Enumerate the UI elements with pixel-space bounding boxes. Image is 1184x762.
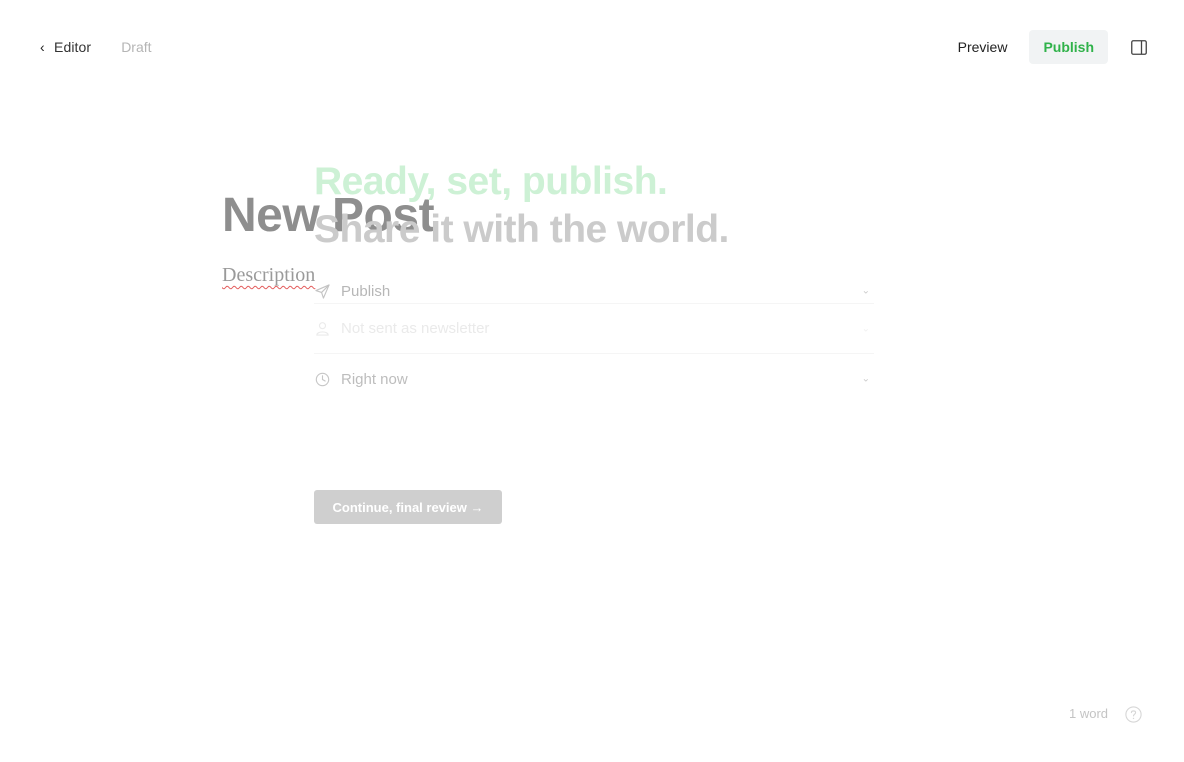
publish-type-label: Publish <box>341 282 391 300</box>
schedule-label: Right now <box>341 370 408 388</box>
preview-button[interactable]: Preview <box>946 30 1020 64</box>
publish-page: ‹ Editor Draft Preview Publish New Post … <box>0 0 1184 762</box>
clock-icon <box>314 371 330 387</box>
newsletter-label: Not sent as newsletter <box>341 320 490 337</box>
post-description-field[interactable]: Description <box>222 264 315 287</box>
publish-options: Publish ⌄ Not sent as newsletter ⌄ Right… <box>314 279 874 404</box>
publish-type-option[interactable]: Publish ⌄ <box>314 279 874 304</box>
heading-line-2: Share it with the world. <box>314 208 729 251</box>
send-icon <box>314 283 330 299</box>
sidebar-toggle-icon[interactable] <box>1130 38 1148 56</box>
back-to-editor-link[interactable]: ‹ Editor <box>40 39 91 55</box>
chevron-left-icon: ‹ <box>40 39 45 55</box>
chevron-down-icon: ⌄ <box>861 285 870 297</box>
user-icon <box>314 321 330 337</box>
topbar-left: ‹ Editor Draft <box>40 36 152 58</box>
heading-line-1: Ready, set, publish. <box>314 160 668 203</box>
publish-button[interactable]: Publish <box>1029 30 1108 64</box>
publish-flow: Ready, set, publish. Share it with the w… <box>314 158 874 404</box>
word-count: 1 word <box>1069 706 1109 721</box>
topbar-right: Preview Publish <box>946 30 1148 64</box>
publish-flow-heading: Ready, set, publish. Share it with the w… <box>314 158 874 254</box>
post-status: Draft <box>121 39 152 55</box>
schedule-option[interactable]: Right now ⌄ <box>314 354 874 404</box>
back-link-label: Editor <box>54 39 92 55</box>
newsletter-option[interactable]: Not sent as newsletter ⌄ <box>314 304 874 354</box>
chevron-down-icon: ⌄ <box>861 373 870 385</box>
continue-final-review-button[interactable]: Continue, final review → <box>314 490 502 524</box>
chevron-down-icon: ⌄ <box>861 323 870 334</box>
help-icon[interactable] <box>1125 706 1142 723</box>
